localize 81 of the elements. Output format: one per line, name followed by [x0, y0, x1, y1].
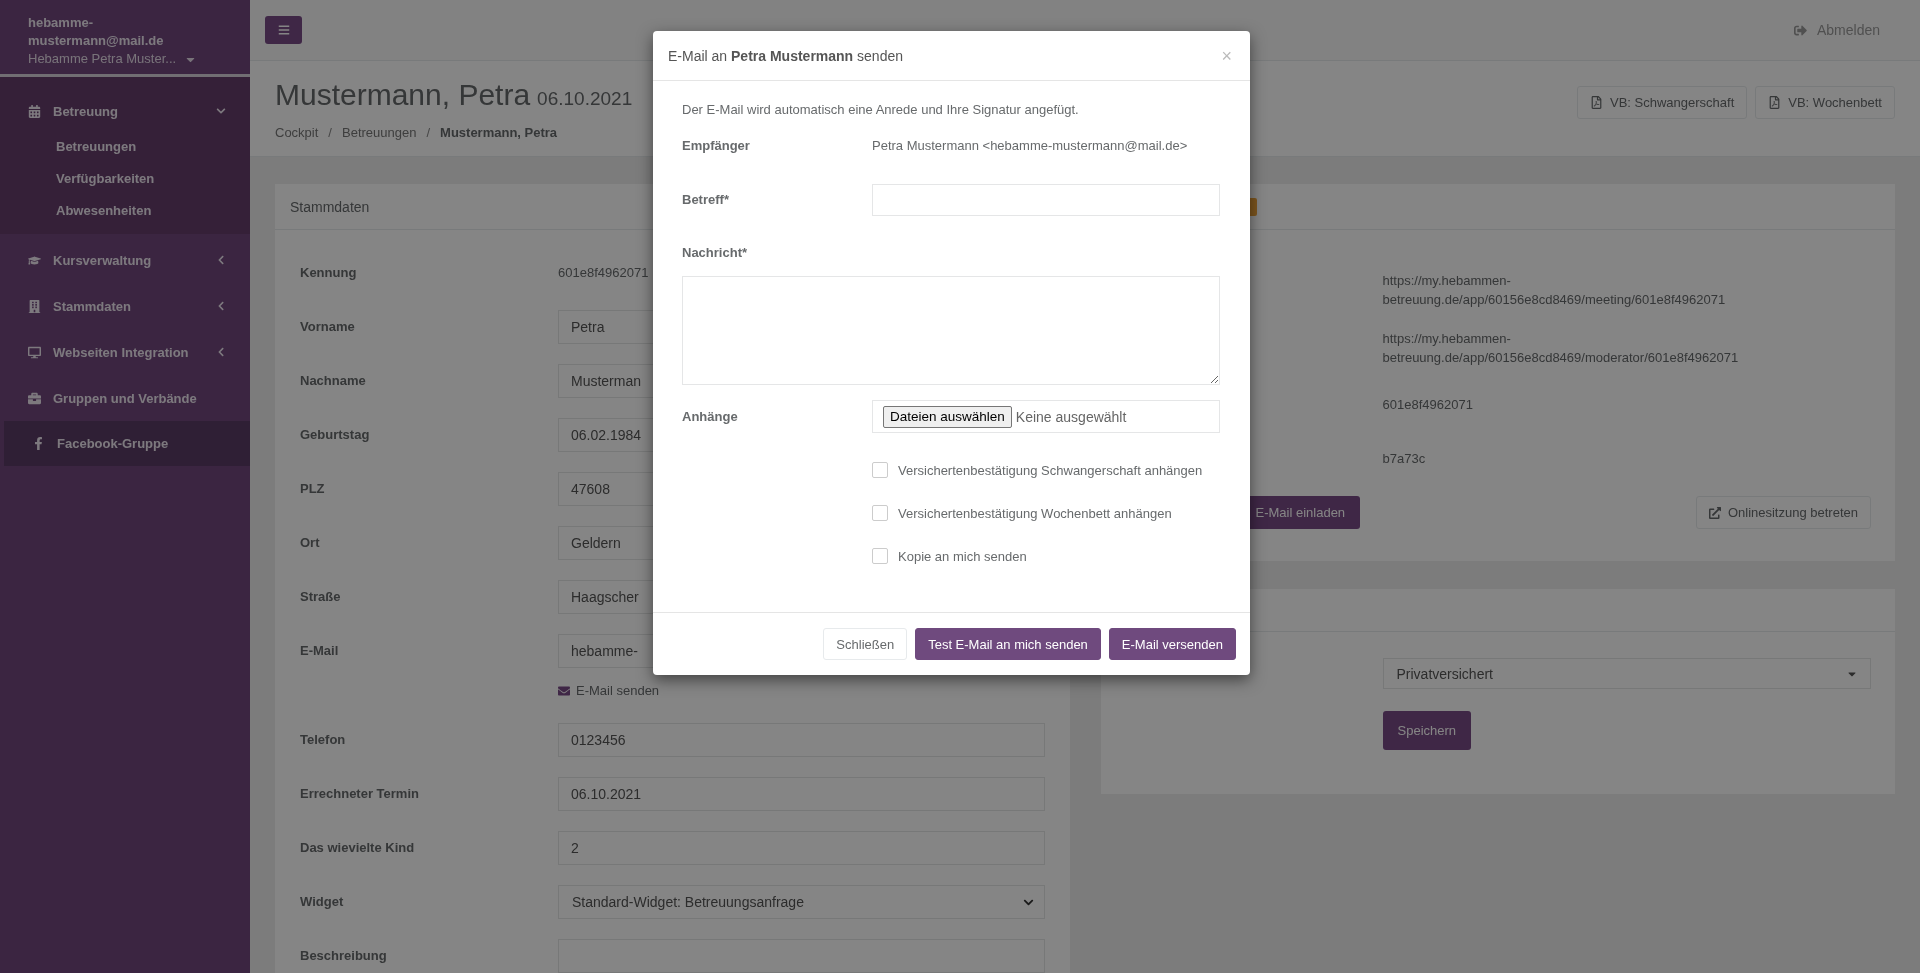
field-label: Anhänge	[682, 407, 739, 426]
join-session-button[interactable]: Onlinesitzung betreten	[1695, 496, 1871, 529]
intro-text: Der E-Mail wird automatisch eine Anrede und Ihre Signatur angefügt.	[682, 101, 1080, 119]
field-label: PLZ	[300, 480, 326, 498]
field-label: Telefon	[300, 731, 347, 749]
file-field[interactable]: Dateien auswählen Keine ausgewählt	[872, 400, 1220, 433]
checkbox-label: Versichertenbestätigung Wochenbett anhängen	[898, 505, 1172, 521]
field-label: Kennung	[300, 264, 358, 282]
sidebar-subitem[interactable]: Betreuungen	[0, 131, 250, 163]
pdf-file-icon	[1768, 96, 1782, 109]
due-date: 06.10.2021	[537, 87, 633, 111]
page-title: Mustermann, Petra	[275, 77, 531, 113]
briefcase-icon	[28, 391, 41, 405]
choose-files-button[interactable]: Dateien auswählen	[883, 405, 1012, 428]
close-button[interactable]: ×	[1221, 46, 1232, 65]
field-label: Empfänger	[682, 137, 751, 155]
message-field[interactable]	[682, 276, 1220, 385]
breadcrumb-link[interactable]: Cockpit	[275, 125, 319, 140]
sidebar-subitem[interactable]: Verfügbarkeiten	[0, 163, 250, 195]
session-value: https://my.hebammen-betreuung.de/app/60156e8cd8469/meeting/601e8f4962071	[1382, 272, 1727, 309]
breadcrumb-link[interactable]: Mustermann, Petra	[440, 125, 558, 140]
dialog-title: E-Mail an Petra Mustermann senden	[668, 47, 903, 64]
subject-field[interactable]	[872, 184, 1220, 216]
breadcrumb-link[interactable]: Betreuungen	[342, 125, 417, 140]
logout-icon	[1793, 23, 1807, 37]
dialog-button[interactable]: Schließen	[823, 628, 908, 660]
file-status: Keine ausgewählt	[1015, 408, 1127, 425]
sidebar-item[interactable]: Webseiten Integration	[0, 329, 250, 375]
menu-icon	[277, 24, 290, 36]
facebook-icon	[32, 437, 45, 450]
input-field[interactable]: 0123456	[558, 723, 1045, 757]
send-email-link[interactable]: E-Mail senden	[558, 678, 660, 703]
checkbox[interactable]	[872, 462, 888, 478]
pdf-button[interactable]: VB: Schwangerschaft	[1577, 86, 1748, 119]
calendar-icon	[28, 104, 41, 118]
field-label: Betreff*	[682, 191, 730, 209]
checkbox[interactable]	[872, 548, 888, 564]
pdf-button[interactable]: VB: Wochenbett	[1755, 86, 1895, 119]
checkbox-label: Versichertenbestätigung Schwangerschaft anhängen	[898, 462, 1203, 478]
session-value: https://my.hebammen-betreuung.de/app/60156e8cd8469/moderator/601e8f4962071	[1382, 330, 1740, 367]
field-label: Widget	[300, 893, 345, 911]
sidebar-item[interactable]: Facebook-Gruppe	[4, 421, 250, 466]
sidebar-item[interactable]: Kursverwaltung	[0, 237, 250, 283]
checkbox[interactable]	[872, 505, 888, 521]
field-label: Errechneter Termin	[300, 785, 420, 803]
field-label: Vorname	[300, 318, 356, 336]
sidebar-subitem[interactable]: Abwesenheiten	[0, 195, 250, 227]
menu-button[interactable]	[265, 16, 302, 44]
monitor-icon	[28, 345, 41, 359]
envelope-icon	[558, 684, 570, 697]
dialog-button[interactable]: Test E-Mail an mich senden	[915, 628, 1101, 660]
field-label: Geburtstag	[300, 426, 371, 444]
pdf-file-icon	[1590, 96, 1603, 109]
field-label: Nachname	[300, 372, 367, 390]
field-label: Nachricht*	[682, 244, 749, 262]
user-name[interactable]: Hebamme Petra Muster...	[28, 50, 177, 68]
save-button[interactable]: Speichern	[1382, 711, 1472, 750]
user-email: hebamme-mustermann@mail.de	[28, 14, 165, 50]
sidebar-item[interactable]: Betreuung	[0, 91, 250, 131]
field-label: Straße	[300, 588, 342, 606]
dialog-button[interactable]: E-Mail versenden	[1108, 628, 1236, 660]
session-value: 601e8f4962071	[1382, 395, 1473, 414]
checkbox-label: Kopie an mich senden	[898, 548, 1027, 564]
breadcrumb-separator: /	[426, 125, 431, 140]
field-value: 601e8f4962071	[558, 265, 649, 280]
input-field[interactable]: 06.10.2021	[558, 777, 1045, 811]
field-label: Beschreibung	[300, 947, 388, 965]
card-title: Stammdaten	[290, 198, 370, 215]
breadcrumb-separator: /	[328, 125, 332, 140]
input-field[interactable]: 2	[558, 831, 1045, 865]
field-label: Das wievielte Kind	[300, 839, 416, 857]
session-value: b7a73c	[1382, 449, 1426, 468]
building-icon	[28, 299, 41, 313]
sidebar-item[interactable]: Stammdaten	[0, 283, 250, 329]
sidebar-item[interactable]: Gruppen und Verbände	[0, 375, 250, 421]
recipient-value: Petra Mustermann <hebamme-mustermann@mail.de>	[872, 137, 1189, 155]
field-label: Ort	[300, 534, 321, 552]
select-field[interactable]: Standard-Widget: Betreuungsanfrage	[558, 885, 1045, 919]
field-label: E-Mail	[300, 642, 340, 660]
select-field[interactable]: Privatversichert	[1382, 658, 1871, 689]
external-link-icon	[1708, 506, 1721, 519]
